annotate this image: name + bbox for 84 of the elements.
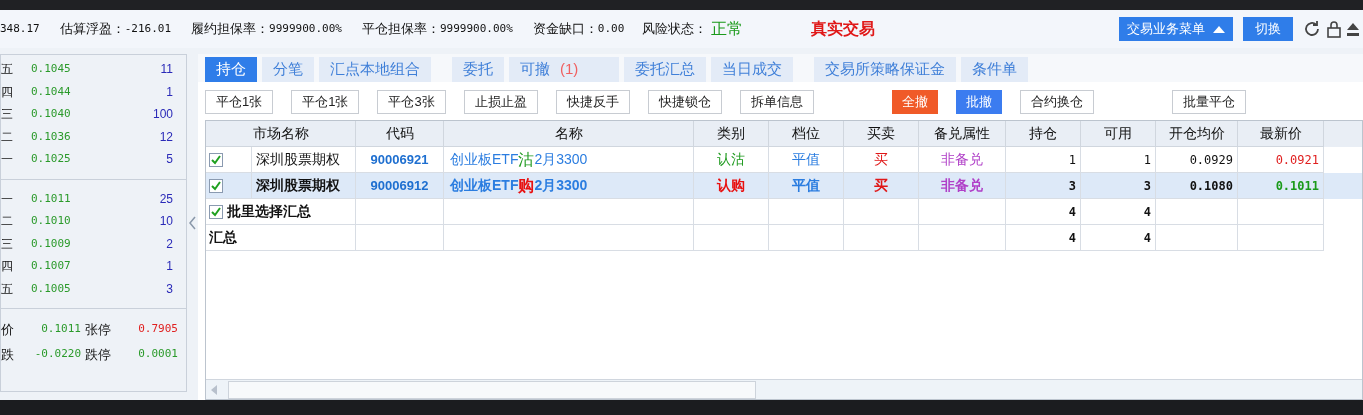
volume-text: 1	[165, 258, 173, 276]
action-button[interactable]: 拆单信息	[739, 90, 814, 114]
level-label: 三	[1, 106, 14, 124]
checkbox[interactable]	[209, 152, 223, 167]
volume-text: 3	[165, 280, 173, 298]
action-button[interactable]: 平仓3张	[377, 90, 446, 114]
volume-text: 5	[165, 151, 173, 169]
tab[interactable]: 当日成交	[711, 56, 794, 82]
summary-label: 汇总	[209, 228, 237, 247]
price-text: 0.1045	[31, 61, 72, 77]
menu-button[interactable]: 交易业务菜单	[1119, 17, 1233, 41]
eject-icon[interactable]	[1347, 22, 1359, 36]
volume-text: 1	[165, 83, 173, 101]
tab[interactable]: 可撤 (1)	[509, 56, 620, 82]
limit-label: 张停	[85, 320, 112, 339]
info-value: 348.17	[0, 20, 40, 37]
volume-text: 2	[165, 235, 173, 253]
stat-value: -0.0220	[33, 346, 81, 363]
risk-status: 正常	[711, 19, 744, 39]
limit-label: 跌停	[85, 345, 112, 364]
level-label: 一	[1, 190, 14, 208]
checkmark-icon	[211, 180, 221, 191]
price-text: 0.1010	[31, 213, 72, 229]
level-label: 三	[1, 235, 14, 253]
info-value: -216.01	[124, 20, 172, 37]
info-label: 平仓担保率：	[361, 20, 440, 39]
market-name: 深圳股票期权	[255, 176, 341, 195]
level-label: 二	[1, 128, 14, 146]
info-label: 履约担保率：	[191, 20, 270, 39]
volume-text: 25	[158, 190, 173, 208]
price-text: 0.1025	[31, 151, 72, 167]
level-label: 四	[1, 258, 14, 276]
volume-text: 100	[151, 106, 173, 124]
price-text: 0.1040	[31, 106, 72, 122]
volume-text: 11	[159, 61, 173, 79]
lock-icon[interactable]	[1326, 20, 1342, 38]
level-label: 一	[1, 151, 14, 169]
info-label: 资金缺口：	[532, 20, 598, 39]
trading-mode: 真实交易	[811, 19, 876, 39]
market-name: 深圳股票期权	[255, 150, 341, 169]
limit-value: 0.7905	[138, 321, 178, 338]
caret-up-icon	[1213, 25, 1225, 33]
price-text: 0.1036	[31, 128, 72, 145]
table-cell: 4	[1081, 225, 1156, 251]
table-row[interactable]: 深圳股票期权 90006912 创业板ETF购2月3300 认购 平值 买 非备兑 3 3 0.1080 0.1011	[206, 173, 1362, 199]
level-label: 四	[1, 83, 14, 101]
stat-value: 0.1011	[40, 321, 81, 338]
switch-button[interactable]: 切换	[1243, 17, 1293, 41]
tab[interactable]: 持仓	[205, 56, 257, 82]
price-text: 0.1009	[31, 235, 72, 252]
table-cell: 4	[1006, 225, 1081, 251]
limit-value: 0.0001	[138, 346, 178, 363]
price-text: 0.1044	[31, 83, 72, 100]
checkbox[interactable]	[209, 204, 223, 219]
volume-text: 12	[158, 128, 173, 146]
horizontal-scrollbar[interactable]	[206, 379, 1362, 399]
checkmark-icon	[211, 154, 221, 165]
level-label: 五	[1, 280, 14, 298]
action-button[interactable]: 批量平仓	[1171, 90, 1246, 114]
volume-text: 10	[158, 213, 173, 231]
info-label: 估算浮盈：	[59, 20, 125, 39]
action-button[interactable]: 平仓1张	[291, 90, 360, 114]
price-text: 0.1011	[31, 190, 72, 207]
summary-label: 批里选择汇总	[227, 202, 311, 221]
action-button[interactable]: 合约换仓	[1019, 90, 1094, 114]
checkbox[interactable]	[209, 178, 223, 193]
refresh-icon[interactable]	[1303, 20, 1321, 38]
price-text: 0.1005	[31, 280, 72, 297]
info-label: 风险状态：	[642, 20, 708, 39]
action-button[interactable]: 平仓1张	[205, 90, 274, 114]
stat-label: 跌	[1, 345, 15, 364]
price-text: 0.1007	[31, 258, 72, 274]
action-button[interactable]: 快捷锁仓	[647, 90, 722, 114]
info-value: 0.00	[597, 20, 625, 37]
checkmark-icon	[211, 206, 221, 217]
level-label: 五	[1, 61, 14, 79]
action-button[interactable]: 快捷反手	[555, 90, 630, 114]
action-button[interactable]: 批撤	[955, 90, 1002, 114]
action-button[interactable]: 止损止盈	[463, 90, 538, 114]
stat-label: 价	[1, 320, 15, 339]
scrollbar-thumb[interactable]	[228, 380, 756, 399]
level-label: 二	[1, 213, 14, 231]
info-value: 9999900.00%	[439, 20, 513, 37]
info-value: 9999900.00%	[269, 20, 342, 37]
